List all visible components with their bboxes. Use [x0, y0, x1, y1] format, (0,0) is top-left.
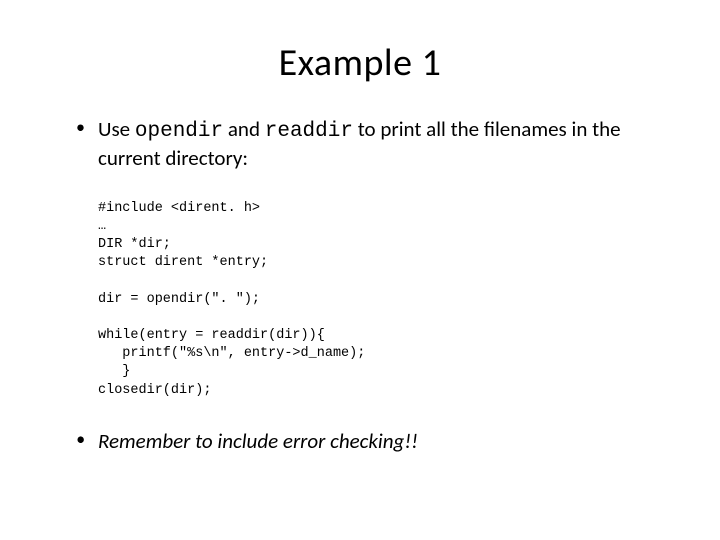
bullet1-code2: readdir [265, 120, 353, 143]
bullet1-pre: Use [98, 116, 135, 142]
bullet-item-1: Use opendir and readdir to print all the… [76, 116, 670, 172]
bullet1-mid: and [223, 116, 265, 142]
bullet-item-2: Remember to include error checking!! [76, 428, 670, 454]
bullet-list-1: Use opendir and readdir to print all the… [50, 116, 670, 172]
slide: Example 1 Use opendir and readdir to pri… [0, 0, 720, 540]
page-title: Example 1 [50, 40, 670, 86]
bullet1-code1: opendir [135, 120, 223, 143]
code-block: #include <dirent. h> … DIR *dir; struct … [98, 200, 670, 400]
bullet-list-2: Remember to include error checking!! [50, 428, 670, 454]
